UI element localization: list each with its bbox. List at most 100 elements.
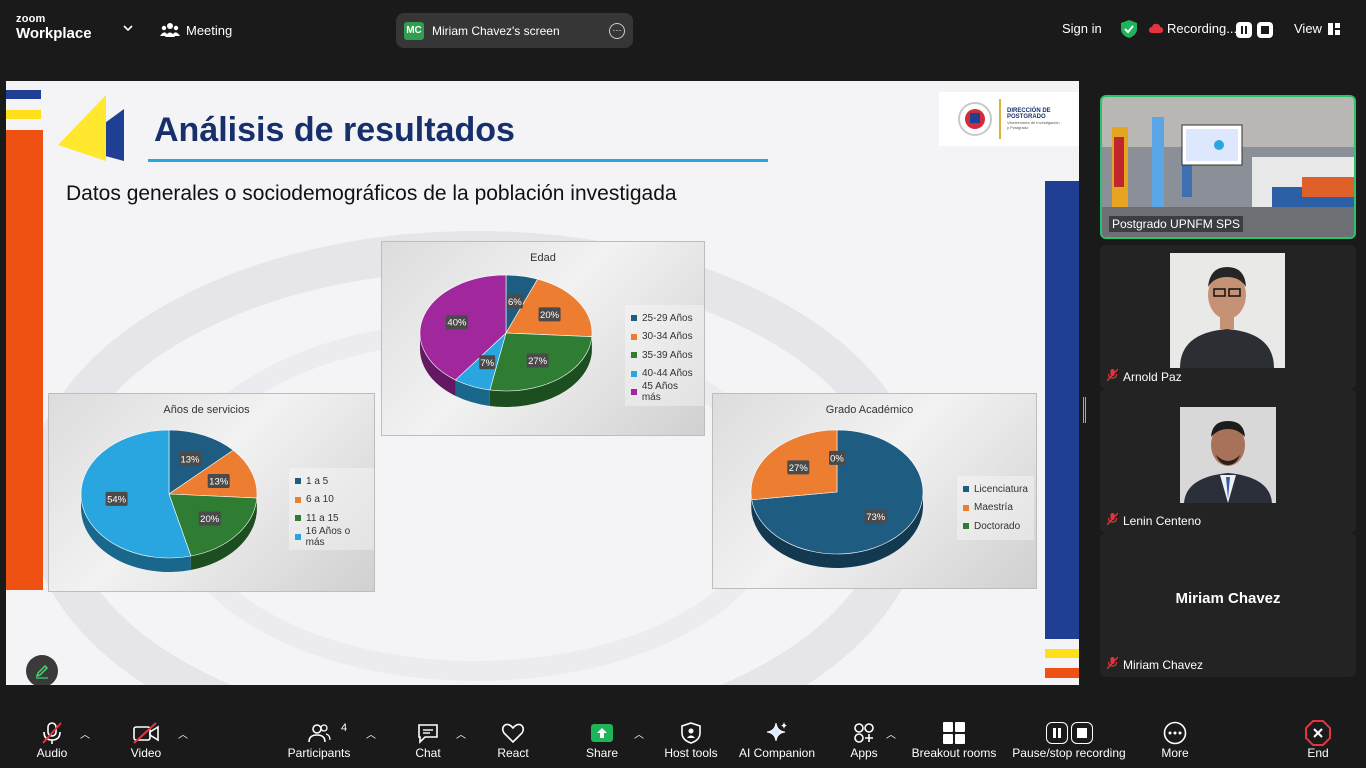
recording-indicator[interactable]: Recording... xyxy=(1149,21,1237,36)
shield-icon xyxy=(681,722,701,744)
react-button[interactable]: React xyxy=(492,710,534,768)
view-menu[interactable]: View xyxy=(1294,21,1340,36)
end-meeting-icon xyxy=(1305,720,1331,746)
heart-icon xyxy=(501,723,525,744)
legend-item: 25-29 Años xyxy=(631,309,698,328)
sign-in-link[interactable]: Sign in xyxy=(1062,21,1102,36)
brand-top: zoom xyxy=(16,13,46,25)
deco-right-orange-bar xyxy=(1045,668,1079,678)
legend-item: Licenciatura xyxy=(963,480,1028,499)
pie-label-2: 0% xyxy=(829,450,845,465)
legend-label: 11 a 15 xyxy=(306,512,339,524)
ai-companion-button[interactable]: AI Companion xyxy=(737,710,817,768)
video-tile-postgrado[interactable]: Postgrado UPNFM SPS xyxy=(1100,95,1356,239)
participant-count: 4 xyxy=(341,722,348,734)
video-tile-arnold[interactable]: Arnold Paz xyxy=(1100,245,1356,389)
edad-legend: 25-29 Años 30-34 Años 35-39 Años 40-44 A… xyxy=(625,305,704,406)
legend-item: 16 Años o más xyxy=(295,525,368,548)
pie-label-1: 20% xyxy=(538,307,561,322)
zoom-window: zoom Workplace Meeting MC Miriam Chavez'… xyxy=(0,0,1366,768)
breakout-rooms-button[interactable]: Breakout rooms xyxy=(910,710,998,768)
pie-label-0: 6% xyxy=(506,294,523,309)
servicio-legend: 1 a 5 6 a 10 11 a 15 16 Años o más xyxy=(289,468,374,550)
more-button[interactable]: More xyxy=(1157,710,1193,768)
participants-button[interactable]: 4 Participants xyxy=(284,710,354,768)
tile-name: Arnold Paz xyxy=(1106,368,1182,384)
zoom-workplace-logo[interactable]: zoom Workplace xyxy=(16,14,92,43)
shield-check-icon[interactable] xyxy=(1120,19,1138,39)
deco-orange-bar xyxy=(6,130,43,590)
svg-text:54%: 54% xyxy=(107,494,127,505)
grid-view-icon xyxy=(1327,22,1340,35)
panel-resize-handle[interactable] xyxy=(1083,397,1086,423)
lenin-video xyxy=(1180,407,1276,503)
video-label: Video xyxy=(130,746,162,760)
svg-text:0%: 0% xyxy=(830,453,844,464)
chevron-up-icon[interactable]: ︿ xyxy=(178,726,188,741)
legend-item: 11 a 15 xyxy=(295,509,368,528)
pause-stop-recording-button[interactable]: Pause/stop recording xyxy=(1010,710,1128,768)
deco-yellow-bar xyxy=(6,110,41,119)
end-button[interactable]: End xyxy=(1300,710,1336,768)
pen-icon xyxy=(35,664,49,679)
svg-text:20%: 20% xyxy=(540,310,560,321)
chevron-up-icon[interactable]: ︿ xyxy=(80,726,90,741)
legend-label: 25-29 Años xyxy=(642,312,693,324)
tile-name: Miriam Chavez xyxy=(1106,656,1204,672)
svg-text:27%: 27% xyxy=(528,356,548,367)
share-label: Share xyxy=(585,746,619,760)
chevron-down-icon[interactable] xyxy=(122,22,134,34)
meeting-menu[interactable]: Meeting xyxy=(160,22,232,38)
chevron-up-icon[interactable]: ︿ xyxy=(456,726,466,741)
svg-text:6%: 6% xyxy=(508,297,522,308)
screen-share-pill[interactable]: MC Miriam Chavez's screen ··· xyxy=(396,13,633,48)
legend-label: 45 Años más xyxy=(641,381,678,404)
participants-video-panel: Postgrado UPNFM SPS Arnold Paz Lenin Cen… xyxy=(1091,81,1366,691)
end-label: End xyxy=(1307,746,1329,760)
video-tile-miriam[interactable]: Miriam Chavez Miriam Chavez xyxy=(1100,533,1356,677)
chevron-up-icon[interactable]: ︿ xyxy=(886,726,896,741)
chat-button[interactable]: Chat xyxy=(407,710,449,768)
top-bar: zoom Workplace Meeting MC Miriam Chavez'… xyxy=(0,0,1366,60)
participant-name: Miriam Chavez xyxy=(1123,657,1204,672)
legend-label: 16 Años o más xyxy=(305,525,351,548)
react-label: React xyxy=(497,746,529,760)
title-underline xyxy=(148,159,768,162)
host-tools-button[interactable]: Host tools xyxy=(660,710,722,768)
chevron-up-icon[interactable]: ︿ xyxy=(366,726,376,741)
stop-recording-mini[interactable] xyxy=(1257,22,1273,38)
legend-item: 1 a 5 xyxy=(295,472,368,491)
legend-label: Licenciatura xyxy=(974,483,1028,495)
sparkle-icon xyxy=(766,722,787,742)
mic-muted-icon xyxy=(1106,656,1119,672)
pause-rec-label: Pause/stop recording xyxy=(1012,746,1126,760)
video-button[interactable]: Video xyxy=(124,710,168,768)
slide-title: Análisis de resultados xyxy=(154,111,515,149)
screen-label: Miriam Chavez's screen xyxy=(432,23,560,38)
apps-button[interactable]: Apps xyxy=(844,710,884,768)
annotate-pen-button[interactable] xyxy=(26,655,58,685)
pause-recording-mini[interactable] xyxy=(1236,22,1252,38)
svg-text:27%: 27% xyxy=(789,463,809,474)
more-options-icon[interactable]: ··· xyxy=(609,22,625,39)
pie-label-0: 13% xyxy=(178,451,201,466)
svg-text:13%: 13% xyxy=(209,476,229,487)
chat-icon xyxy=(418,724,438,744)
view-label: View xyxy=(1294,21,1322,36)
participant-big-name: Miriam Chavez xyxy=(1175,590,1281,607)
svg-text:20%: 20% xyxy=(200,514,220,525)
video-tile-lenin[interactable]: Lenin Centeno xyxy=(1100,389,1356,533)
pause-icon xyxy=(1236,22,1252,38)
share-button[interactable]: Share xyxy=(581,710,623,768)
bottom-toolbar: Audio ︿ Video ︿ 4 Participants ︿ Chat ︿ … xyxy=(0,710,1366,768)
shared-screen: Análisis de resultados Datos generales o… xyxy=(6,81,1079,685)
camera-off-icon xyxy=(133,722,159,744)
more-label: More xyxy=(1161,746,1189,760)
pie-label-3: 54% xyxy=(105,491,128,506)
chevron-up-icon[interactable]: ︿ xyxy=(634,726,644,741)
sign-in-label: Sign in xyxy=(1062,21,1102,36)
breakout-label: Breakout rooms xyxy=(911,746,997,760)
audio-button[interactable]: Audio xyxy=(30,710,74,768)
ai-label: AI Companion xyxy=(738,746,816,760)
legend-item: Doctorado xyxy=(963,517,1028,536)
